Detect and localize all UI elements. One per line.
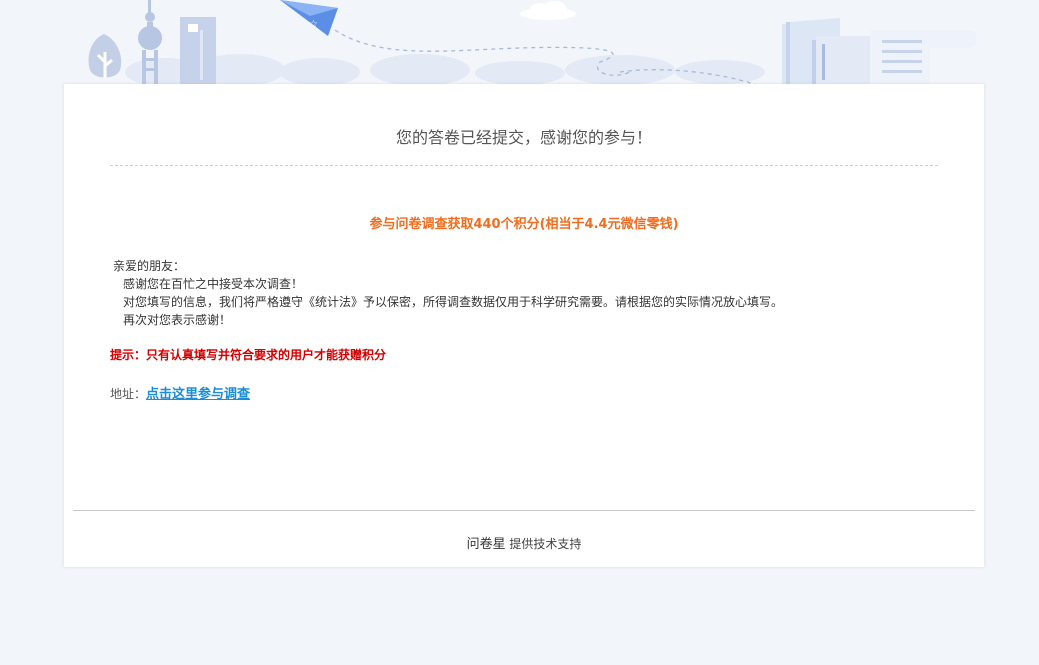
svg-text:☆: ☆ xyxy=(309,19,318,30)
letter-line: 感谢您在百忙之中接受本次调查！ xyxy=(123,277,304,291)
notice-text: 提示：只有认真填写并符合要求的用户才能获赠积分 xyxy=(110,348,387,362)
title-divider xyxy=(110,165,938,166)
page-title: 您的答卷已经提交，感谢您的参与！ xyxy=(395,128,652,147)
letter-greeting: 亲爱的朋友： xyxy=(113,259,186,273)
header-illustration: ☆ xyxy=(88,0,977,87)
cloud-icon xyxy=(125,54,895,86)
letter-line: 对您填写的信息，我们将严格遵守《统计法》予以保密，所得调查数据仅用于科学研究需要… xyxy=(123,295,784,309)
letter-line: 再次对您表示感谢！ xyxy=(123,313,232,327)
survey-link[interactable]: 点击这里参与调查 xyxy=(146,387,250,402)
reward-headline: 参与问卷调查获取440个积分(相当于4.4元微信零钱) xyxy=(369,217,679,232)
thank-you-letter: 亲爱的朋友： 感谢您在百忙之中接受本次调查！ 对您填写的信息，我们将严格遵守《统… xyxy=(113,257,783,329)
cloud-icon xyxy=(520,1,576,20)
footer-brand: 问卷星 xyxy=(466,537,506,552)
footer-tagline: 提供技术支持 xyxy=(505,537,582,551)
footer-divider xyxy=(73,510,975,511)
address-row: 地址：点击这里参与调查 xyxy=(110,383,250,402)
result-card: 您的答卷已经提交，感谢您的参与！ 参与问卷调查获取440个积分(相当于4.4元微… xyxy=(64,84,984,567)
skyscraper-icon xyxy=(180,17,216,84)
address-label: 地址： xyxy=(110,387,147,401)
footer: 问卷星 提供技术支持 xyxy=(64,533,984,552)
tree-icon xyxy=(88,34,122,78)
books-icon xyxy=(782,18,870,86)
paper-icon xyxy=(870,30,977,86)
